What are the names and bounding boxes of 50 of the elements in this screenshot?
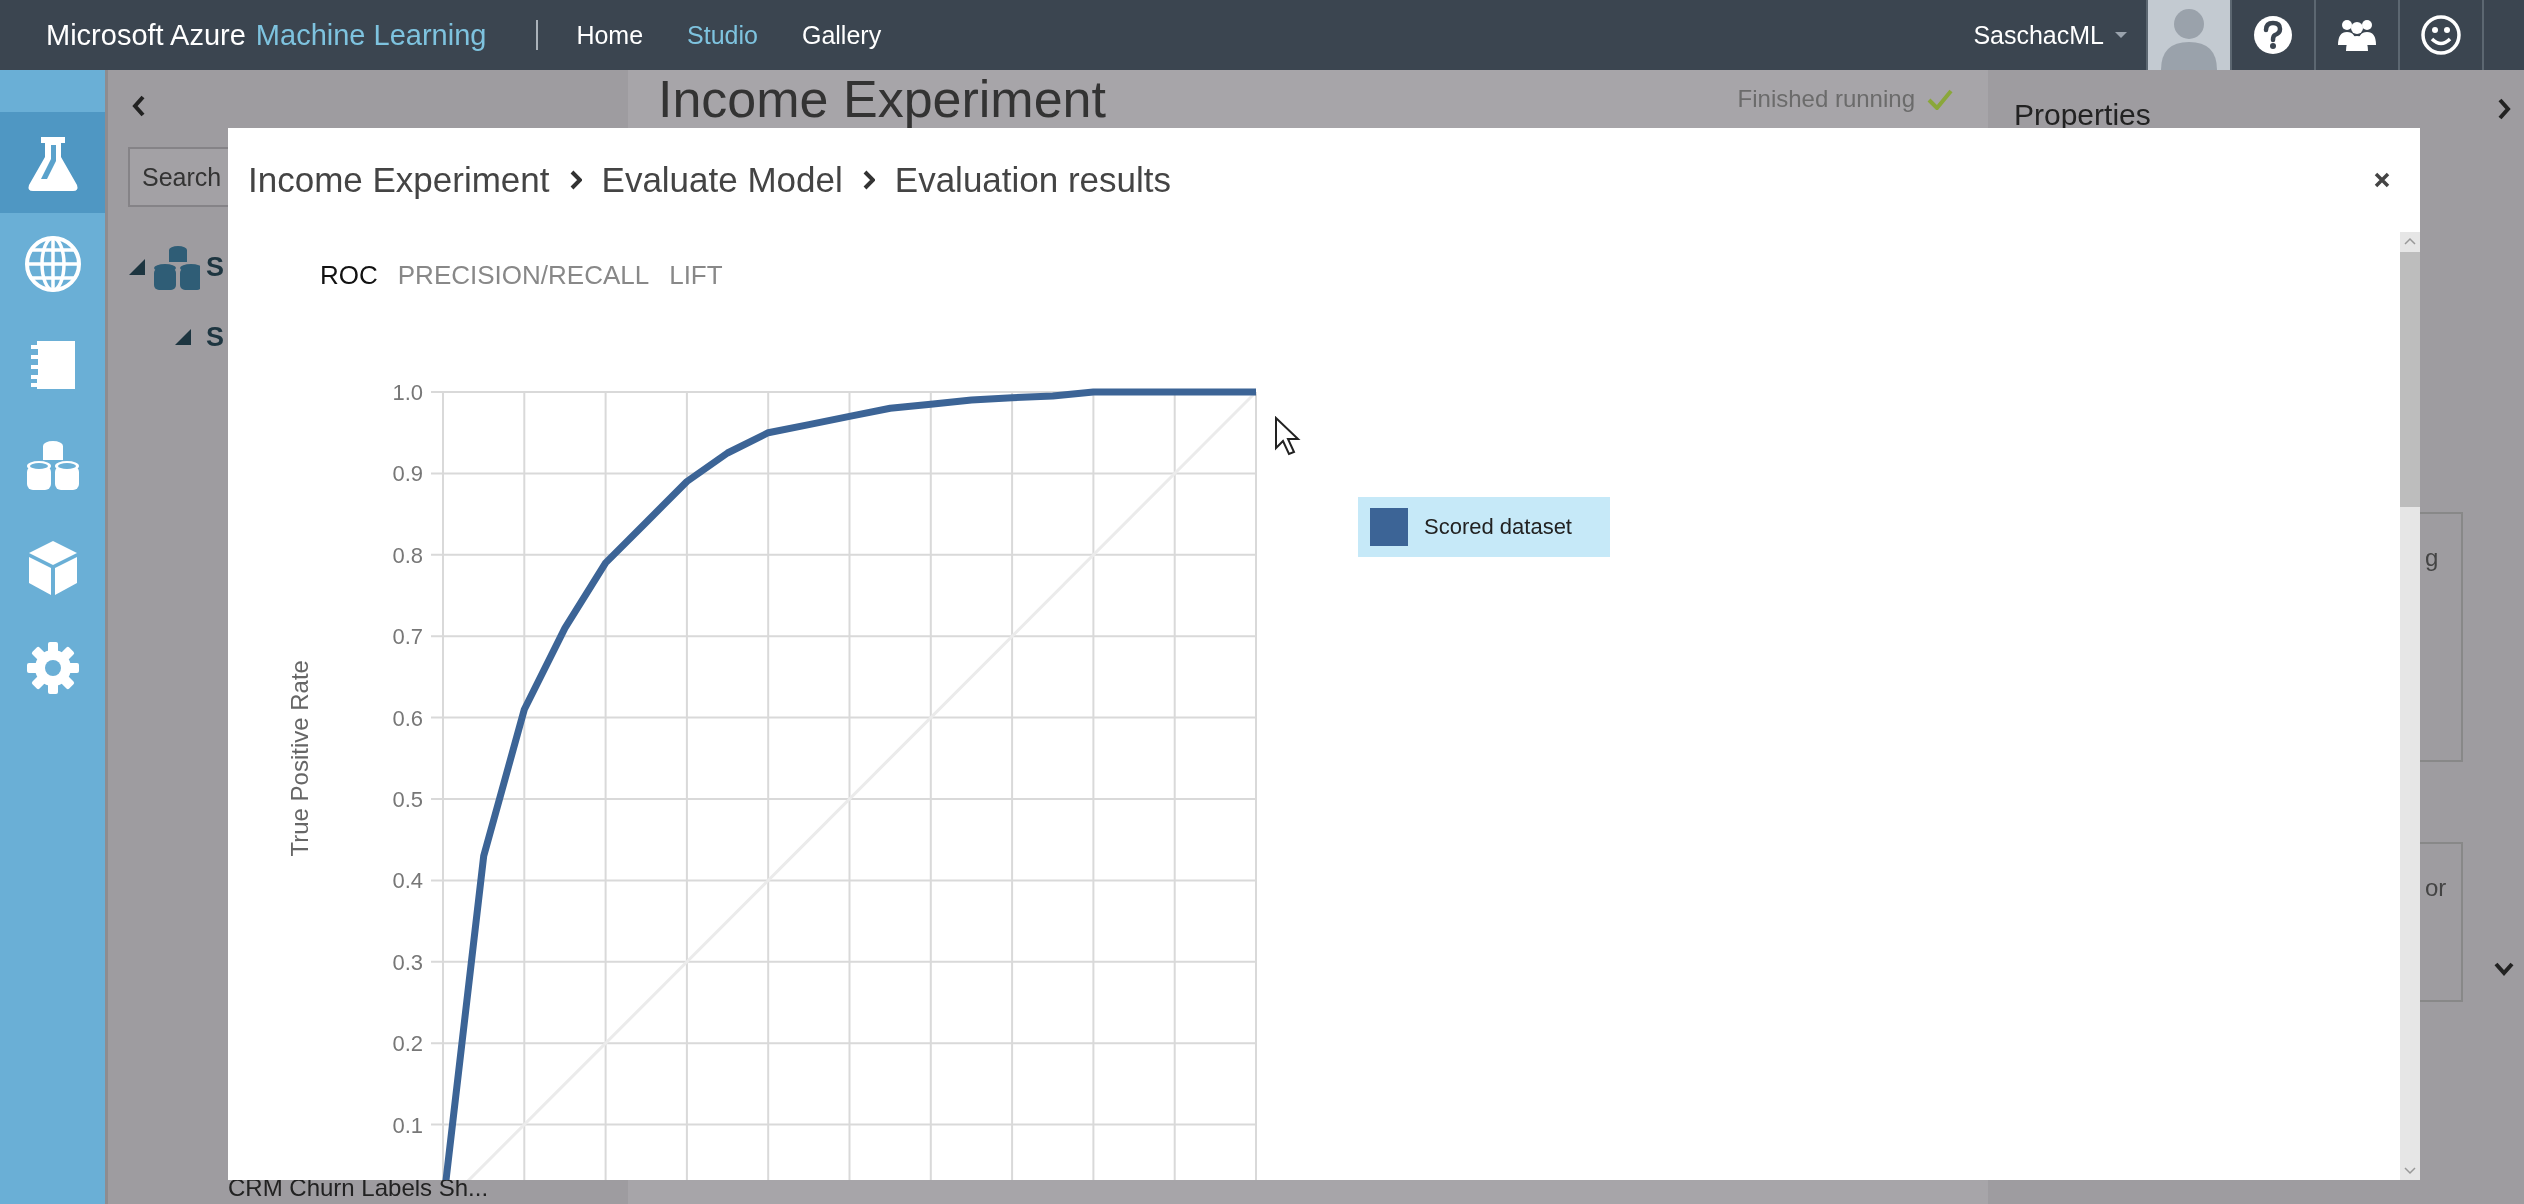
breadcrumb-item: Evaluation results [894, 160, 1172, 200]
avatar-button[interactable] [2146, 0, 2230, 70]
scroll-down-icon[interactable] [2403, 1166, 2417, 1176]
properties-title: Properties [2014, 98, 2151, 132]
scrollbar-thumb[interactable] [2400, 252, 2420, 507]
legend-item[interactable]: Scored dataset [1358, 497, 1610, 557]
breadcrumb-item[interactable]: Income Experiment [248, 160, 550, 200]
legend-label: Scored dataset [1424, 514, 1572, 540]
scrollbar[interactable] [2400, 232, 2420, 1180]
expand-icon[interactable] [2496, 98, 2511, 120]
y-tick-label: 0.2 [392, 1031, 423, 1057]
expanded-triangle-icon[interactable] [128, 258, 146, 276]
y-tick-label: 1.0 [392, 380, 423, 405]
breadcrumb-item[interactable]: Evaluate Model [601, 160, 843, 200]
nav-link[interactable]: Home [576, 20, 644, 50]
y-tick-label: 0.4 [392, 868, 423, 894]
sidebar-item[interactable] [0, 112, 105, 213]
y-tick-label: 0.3 [392, 949, 423, 975]
mouse-cursor-icon [1274, 416, 1302, 456]
scroll-up-icon[interactable] [2403, 236, 2417, 246]
y-tick-label: 0.6 [392, 705, 423, 731]
expanded-triangle-icon[interactable] [174, 328, 192, 346]
product-name: Machine Learning [255, 18, 487, 52]
y-axis-title: True Positive Rate [286, 660, 313, 857]
caret-icon [2114, 31, 2128, 39]
nav-link[interactable]: Studio [687, 20, 758, 50]
brand-name: Microsoft Azure [46, 18, 246, 52]
help-icon[interactable] [2253, 15, 2293, 55]
globe-icon [22, 233, 83, 294]
tree-item-label[interactable]: S [206, 321, 224, 353]
tab[interactable]: ROC [320, 260, 378, 304]
smiley-icon[interactable] [2421, 15, 2461, 55]
y-tick-label: 0.1 [392, 1112, 423, 1138]
tab[interactable]: LIFT [669, 260, 723, 304]
chevron-right-icon [862, 170, 875, 190]
tab[interactable]: PRECISION/RECALL [397, 260, 650, 304]
close-icon[interactable] [2374, 172, 2390, 188]
chevron-down-icon[interactable] [2493, 962, 2514, 976]
checkmark-icon [1927, 88, 1953, 110]
y-tick-label: 0.9 [392, 461, 423, 487]
tree-item-label[interactable]: S [206, 251, 224, 283]
y-tick-label: 0.5 [392, 787, 423, 812]
status-text: Finished running [1737, 85, 1915, 113]
y-tick-label: 0.7 [392, 624, 423, 650]
experiment-title: Income Experiment [658, 70, 1106, 128]
collapse-icon[interactable] [132, 95, 146, 117]
user-menu[interactable]: SaschacML [1973, 20, 2128, 50]
chevron-right-icon [569, 170, 582, 190]
y-tick-label: 0.8 [392, 542, 423, 568]
nav-link[interactable]: Gallery [801, 20, 882, 50]
